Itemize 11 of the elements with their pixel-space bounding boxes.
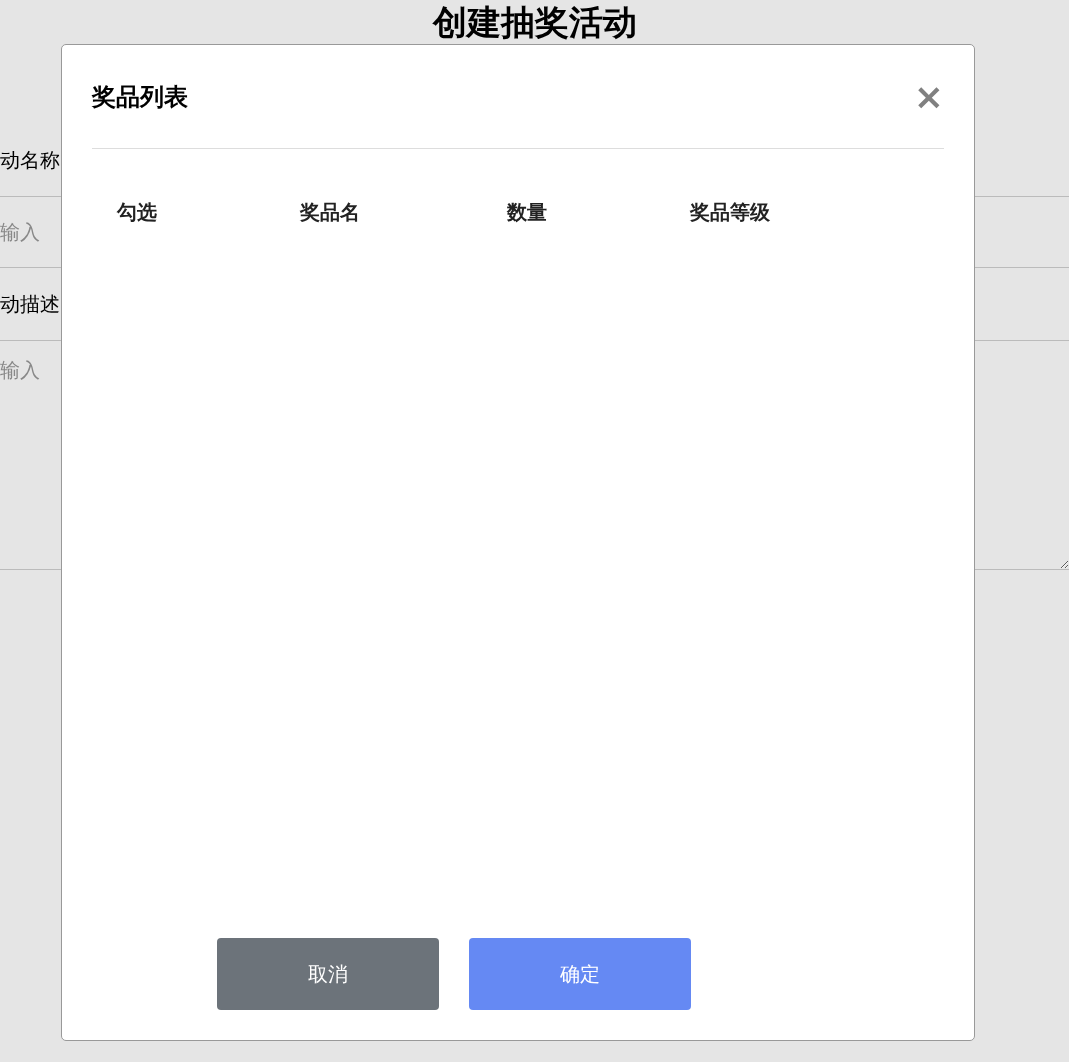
column-header: 数量 xyxy=(507,199,548,226)
cancel-button[interactable]: 取消 xyxy=(217,938,439,1010)
column-header: 奖品等级 xyxy=(690,199,771,226)
column-header: 勾选 xyxy=(117,199,158,226)
column-header: 奖品名 xyxy=(300,199,361,226)
dialog-title: 奖品列表 xyxy=(92,81,188,113)
field-label: 动描述 xyxy=(0,291,60,318)
confirm-button[interactable]: 确定 xyxy=(469,938,691,1010)
field-label: 动名称 xyxy=(0,147,60,174)
close-button[interactable]: × xyxy=(913,78,944,115)
page-title: 创建抽奖活动 xyxy=(432,2,637,42)
